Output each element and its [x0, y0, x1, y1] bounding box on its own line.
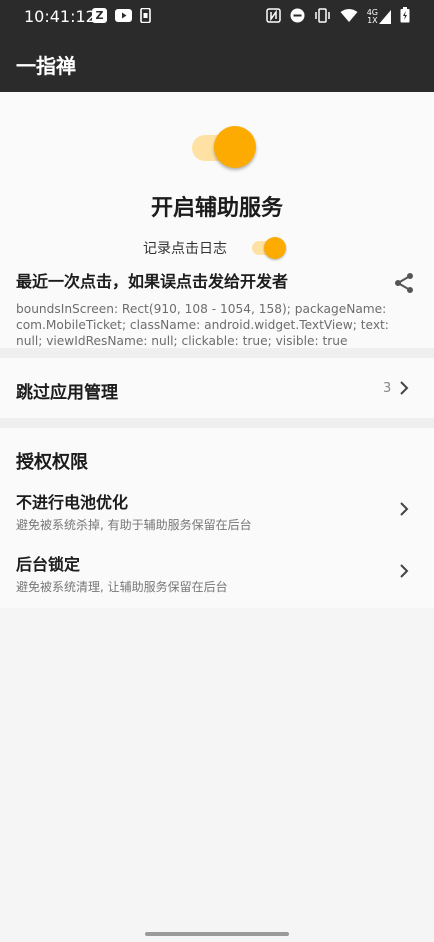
- background-lock-subtitle: 避免被系统清理, 让辅助服务保留在后台: [16, 580, 228, 594]
- battery-optimization-subtitle: 避免被系统杀掉, 有助于辅助服务保留在后台: [16, 518, 252, 532]
- wifi-icon: [340, 8, 358, 27]
- do-not-disturb-icon: [290, 8, 305, 27]
- status-bar: 10:41:12 Z 4G 1X: [0, 0, 434, 34]
- chevron-right-icon: [398, 501, 410, 517]
- app-bar: 一指禅: [0, 34, 434, 92]
- status-time: 10:41:12: [24, 7, 96, 26]
- background-lock-title: 后台锁定: [16, 555, 81, 574]
- cellular-signal-icon: 4G 1X: [367, 9, 391, 25]
- divider: [0, 348, 434, 358]
- phone-icon: [140, 7, 151, 27]
- service-toggle-knob: [214, 126, 256, 168]
- last-click-title: 最近一次点击，如果误点击发给开发者: [16, 272, 289, 291]
- share-icon[interactable]: [392, 271, 416, 295]
- app-title: 一指禅: [16, 54, 76, 78]
- home-indicator[interactable]: [145, 932, 289, 936]
- system-status-icons: 4G 1X: [265, 7, 410, 27]
- log-clicks-toggle[interactable]: [252, 236, 290, 260]
- chevron-right-icon: [398, 563, 410, 579]
- skip-apps-count: 3: [383, 381, 392, 396]
- nfc-icon: [265, 7, 281, 27]
- log-toggle-knob: [264, 237, 286, 259]
- divider: [0, 418, 434, 428]
- service-title: 开启辅助服务: [150, 196, 283, 221]
- z-app-icon: Z: [92, 8, 107, 23]
- last-click-detail: boundsInScreen: Rect(910, 108 - 1054, 15…: [16, 302, 389, 348]
- battery-icon: [400, 7, 410, 27]
- chevron-right-icon: [398, 380, 410, 396]
- permissions-header: 授权权限: [16, 452, 88, 473]
- vibrate-icon: [314, 7, 331, 27]
- skip-apps-label: 跳过应用管理: [16, 383, 118, 403]
- battery-optimization-title: 不进行电池优化: [16, 493, 129, 512]
- youtube-icon: [115, 8, 132, 27]
- notification-icons: Z: [92, 7, 151, 27]
- service-toggle[interactable]: [192, 126, 260, 170]
- log-clicks-label: 记录点击日志: [143, 241, 227, 257]
